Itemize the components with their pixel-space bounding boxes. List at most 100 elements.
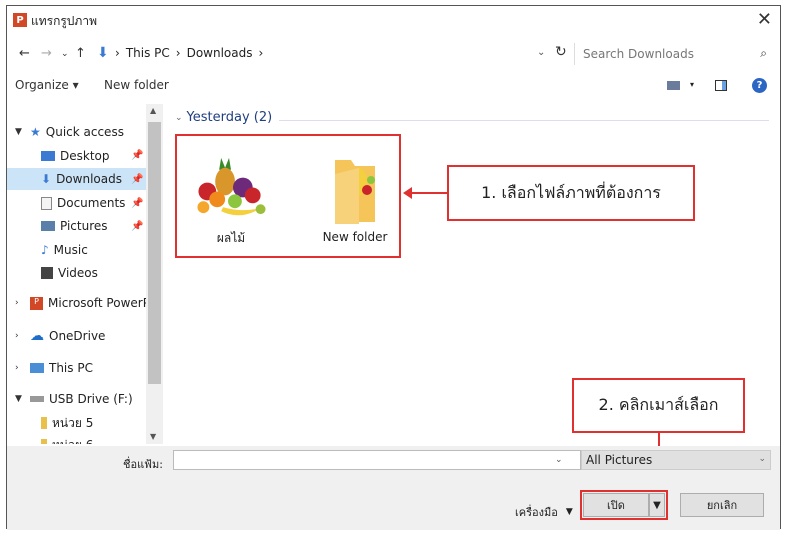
sidebar-item-onedrive[interactable]: › ☁ OneDrive [15,325,105,347]
sidebar-item-downloads[interactable]: ⬇ Downloads [7,168,147,190]
fruit-image-thumbnail [197,157,266,216]
sidebar-item-desktop[interactable]: Desktop [41,145,110,167]
breadcrumb-item[interactable]: Downloads [187,46,253,60]
star-icon: ★ [30,125,41,139]
dropdown-arrow-icon: ▼ [565,507,573,517]
recent-dropdown-icon[interactable]: ⌄ [61,49,69,59]
chevron-down-icon[interactable]: ⌄ [758,454,766,464]
organize-button[interactable]: Organize ▾ [15,78,79,92]
back-arrow-icon[interactable]: ← [19,46,30,61]
sidebar-item-label: OneDrive [49,329,106,343]
breadcrumb-separator-icon: › [115,46,120,60]
refresh-icon[interactable]: ↻ [555,44,567,60]
breadcrumb[interactable]: › This PC › Downloads › [115,46,263,60]
file-item-folder[interactable]: New folder [305,148,405,248]
sidebar-item-label: Music [53,243,88,257]
file-type-select[interactable]: All Pictures ⌄ [581,450,771,470]
sidebar-item-music[interactable]: ♪ Music [41,239,88,261]
tools-button[interactable]: เครื่องมือ ▼ [515,503,573,521]
sidebar-item-documents[interactable]: Documents [41,192,125,214]
sidebar-item-label: Downloads [56,172,122,186]
close-button[interactable]: ✕ [757,9,772,30]
navigation-pane: ▼ ★ Quick access Desktop 📌 ⬇ Downloads 📌… [7,104,163,444]
chevron-down-icon[interactable]: ▼ [15,127,25,137]
videos-icon [41,267,53,279]
downloads-icon: ⬇ [97,45,109,61]
filename-dropdown-icon[interactable]: ⌄ [555,455,563,465]
usb-drive-icon [30,396,44,402]
powerpoint-icon: P [30,296,43,310]
cancel-button[interactable]: ยกเลิก [680,493,764,517]
sidebar-item-this-pc[interactable]: › This PC [15,357,93,379]
computer-icon [30,363,44,373]
up-arrow-icon[interactable]: ↑ [75,46,86,61]
open-label: เปิด [607,499,625,512]
pin-icon[interactable]: 📌 [131,221,143,232]
open-options-button[interactable]: ▼ [649,493,665,517]
address-dropdown-icon[interactable]: ⌄ [537,47,545,58]
search-input[interactable]: Search Downloads ⌕ [574,43,773,65]
tools-label: เครื่องมือ [515,506,558,519]
preview-pane-icon[interactable] [715,80,727,91]
forward-arrow-icon[interactable]: → [41,46,52,61]
breadcrumb-item[interactable]: This PC [126,46,170,60]
search-placeholder: Search Downloads [583,47,694,61]
sidebar-item-label: This PC [49,361,93,375]
cancel-label: ยกเลิก [706,499,738,512]
sidebar-item-usb-drive[interactable]: ▼ USB Drive (F:) [15,388,133,410]
sidebar-item-label: Videos [58,266,98,280]
chevron-right-icon[interactable]: › [15,331,25,341]
search-icon[interactable]: ⌕ [760,46,767,61]
sidebar-item-powerpoint[interactable]: › P Microsoft PowerPo [15,292,157,314]
pin-icon[interactable]: 📌 [131,174,143,185]
change-view-icon[interactable] [667,81,680,90]
sidebar-item-label: Microsoft PowerPo [48,296,157,310]
help-icon[interactable]: ? [752,78,767,93]
file-type-value: All Pictures [586,453,653,467]
arrow-head-icon [403,187,412,199]
view-dropdown-icon[interactable]: ▾ [690,80,694,89]
file-name: New folder [322,230,388,244]
file-name: ผลไม้ [216,231,246,245]
scroll-down-icon[interactable]: ▼ [150,432,156,441]
group-header-label: Yesterday (2) [186,110,273,125]
pictures-icon [41,221,55,231]
open-button[interactable]: เปิด [583,493,649,517]
callout-click-select: 2. คลิกเมาส์เลือก [572,378,745,433]
breadcrumb-separator-icon: › [175,46,181,60]
callout-text: 1. เลือกไฟล์ภาพที่ต้องการ [481,182,661,202]
sidebar-scrollbar[interactable]: ▲ ▼ [146,104,163,444]
sidebar-item-folder[interactable]: หน่วย 6 [41,434,93,444]
powerpoint-icon: P [13,13,27,27]
sidebar-item-folder[interactable]: หน่วย 5 [41,412,93,434]
sidebar-item-pictures[interactable]: Pictures [41,215,108,237]
file-dialog: P แทรกรูปภาพ ✕ ← → ⌄ ↑ ⬇ › This PC › Dow… [6,5,781,530]
sidebar-item-label: หน่วย 6 [52,436,93,445]
pin-icon[interactable]: 📌 [131,150,143,161]
chevron-right-icon[interactable]: › [15,363,25,373]
divider [279,120,769,121]
folder-icon [41,439,47,444]
chevron-right-icon[interactable]: › [15,298,25,308]
annotation-arrow [411,192,447,194]
sidebar-item-label: Documents [57,196,126,210]
sidebar-item-videos[interactable]: Videos [41,262,98,284]
dropdown-arrow-icon: ▼ [653,499,661,511]
callout-text: 2. คลิกเมาส์เลือก [598,395,719,414]
sidebar-item-label: หน่วย 5 [52,415,94,430]
new-folder-button[interactable]: New folder [104,78,169,92]
file-item-image[interactable]: ผลไม้ [181,148,281,248]
sidebar-item-quick-access[interactable]: ▼ ★ Quick access [15,121,124,143]
chevron-down-icon[interactable]: ⌄ [175,113,183,123]
scroll-up-icon[interactable]: ▲ [150,106,156,115]
chevron-down-icon[interactable]: ▼ [15,394,25,404]
toolbar: Organize ▾ New folder ▾ ? [7,72,780,98]
group-header[interactable]: ⌄ Yesterday (2) [175,110,272,125]
breadcrumb-separator-icon: › [258,46,264,60]
filename-input[interactable] [173,450,581,470]
pin-icon[interactable]: 📌 [131,198,143,209]
scroll-thumb[interactable] [148,122,161,384]
callout-select-image: 1. เลือกไฟล์ภาพที่ต้องการ [447,165,695,221]
downloads-icon: ⬇ [41,172,52,186]
sidebar-item-label: Quick access [45,125,124,139]
